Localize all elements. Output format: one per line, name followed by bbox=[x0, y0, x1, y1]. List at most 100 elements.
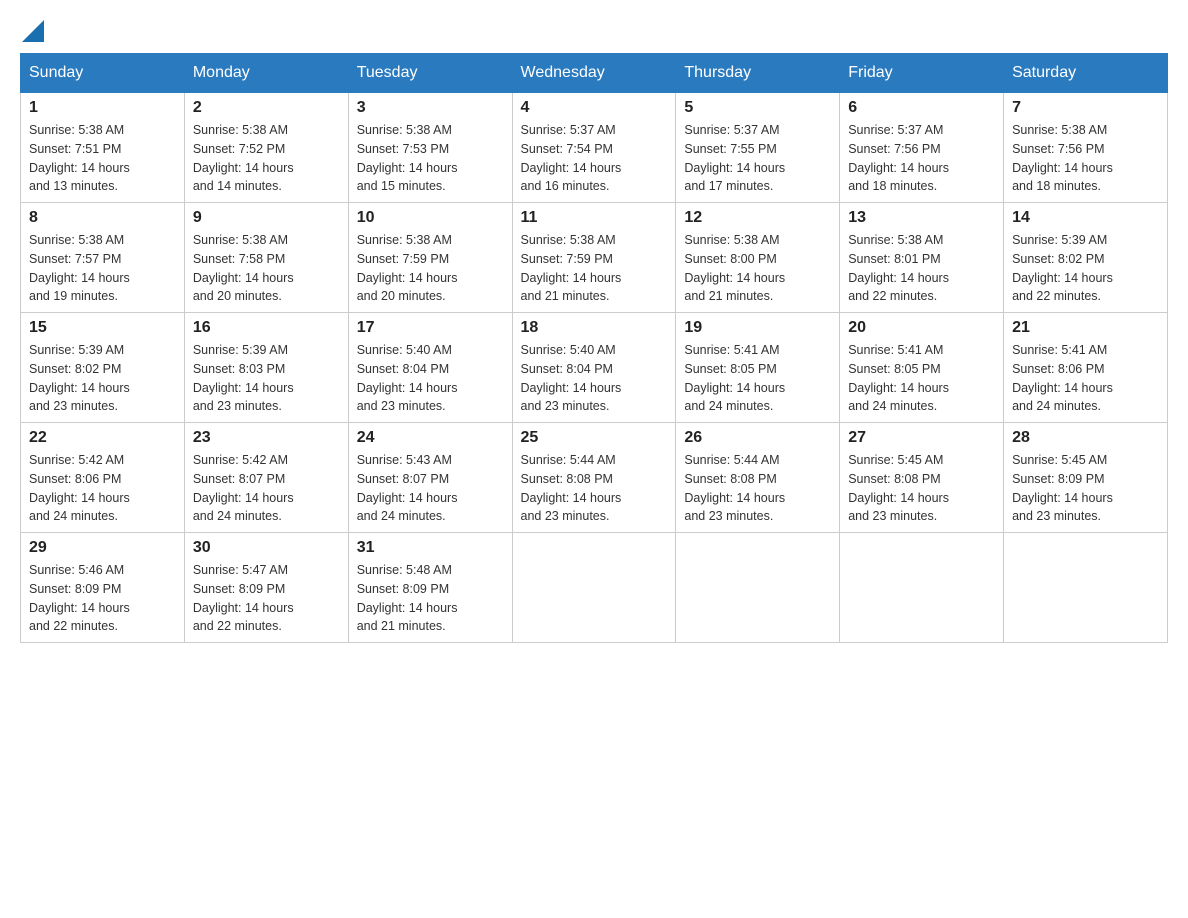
calendar-cell: 22 Sunrise: 5:42 AMSunset: 8:06 PMDayligh… bbox=[21, 423, 185, 533]
day-number: 8 bbox=[29, 209, 176, 227]
day-number: 3 bbox=[357, 99, 504, 117]
day-info: Sunrise: 5:39 AMSunset: 8:02 PMDaylight:… bbox=[29, 341, 176, 416]
calendar-cell: 9 Sunrise: 5:38 AMSunset: 7:58 PMDaylight… bbox=[184, 203, 348, 313]
day-info: Sunrise: 5:38 AMSunset: 7:59 PMDaylight:… bbox=[357, 231, 504, 306]
calendar-table: SundayMondayTuesdayWednesdayThursdayFrid… bbox=[20, 53, 1168, 643]
day-info: Sunrise: 5:37 AMSunset: 7:54 PMDaylight:… bbox=[521, 121, 668, 196]
calendar-cell: 15 Sunrise: 5:39 AMSunset: 8:02 PMDayligh… bbox=[21, 313, 185, 423]
day-number: 20 bbox=[848, 319, 995, 337]
calendar-cell: 18 Sunrise: 5:40 AMSunset: 8:04 PMDayligh… bbox=[512, 313, 676, 423]
calendar-cell: 26 Sunrise: 5:44 AMSunset: 8:08 PMDayligh… bbox=[676, 423, 840, 533]
calendar-cell: 16 Sunrise: 5:39 AMSunset: 8:03 PMDayligh… bbox=[184, 313, 348, 423]
day-info: Sunrise: 5:38 AMSunset: 7:58 PMDaylight:… bbox=[193, 231, 340, 306]
calendar-cell: 11 Sunrise: 5:38 AMSunset: 7:59 PMDayligh… bbox=[512, 203, 676, 313]
calendar-cell: 12 Sunrise: 5:38 AMSunset: 8:00 PMDayligh… bbox=[676, 203, 840, 313]
day-number: 18 bbox=[521, 319, 668, 337]
calendar-cell: 30 Sunrise: 5:47 AMSunset: 8:09 PMDayligh… bbox=[184, 533, 348, 643]
day-info: Sunrise: 5:38 AMSunset: 7:53 PMDaylight:… bbox=[357, 121, 504, 196]
calendar-cell bbox=[676, 533, 840, 643]
day-number: 11 bbox=[521, 209, 668, 227]
day-number: 12 bbox=[684, 209, 831, 227]
day-info: Sunrise: 5:38 AMSunset: 7:59 PMDaylight:… bbox=[521, 231, 668, 306]
day-number: 1 bbox=[29, 99, 176, 117]
calendar-cell: 8 Sunrise: 5:38 AMSunset: 7:57 PMDaylight… bbox=[21, 203, 185, 313]
day-info: Sunrise: 5:38 AMSunset: 8:01 PMDaylight:… bbox=[848, 231, 995, 306]
day-number: 4 bbox=[521, 99, 668, 117]
calendar-cell: 19 Sunrise: 5:41 AMSunset: 8:05 PMDayligh… bbox=[676, 313, 840, 423]
day-info: Sunrise: 5:41 AMSunset: 8:05 PMDaylight:… bbox=[684, 341, 831, 416]
day-number: 29 bbox=[29, 539, 176, 557]
weekday-header-friday: Friday bbox=[840, 54, 1004, 93]
calendar-cell bbox=[512, 533, 676, 643]
calendar-cell: 2 Sunrise: 5:38 AMSunset: 7:52 PMDaylight… bbox=[184, 93, 348, 203]
day-info: Sunrise: 5:39 AMSunset: 8:03 PMDaylight:… bbox=[193, 341, 340, 416]
day-number: 9 bbox=[193, 209, 340, 227]
page-header bbox=[20, 20, 1168, 43]
day-info: Sunrise: 5:38 AMSunset: 7:57 PMDaylight:… bbox=[29, 231, 176, 306]
weekday-header-saturday: Saturday bbox=[1004, 54, 1168, 93]
logo bbox=[20, 20, 44, 43]
day-info: Sunrise: 5:44 AMSunset: 8:08 PMDaylight:… bbox=[521, 451, 668, 526]
calendar-cell bbox=[1004, 533, 1168, 643]
day-number: 22 bbox=[29, 429, 176, 447]
day-info: Sunrise: 5:48 AMSunset: 8:09 PMDaylight:… bbox=[357, 561, 504, 636]
day-number: 21 bbox=[1012, 319, 1159, 337]
day-info: Sunrise: 5:38 AMSunset: 8:00 PMDaylight:… bbox=[684, 231, 831, 306]
day-number: 19 bbox=[684, 319, 831, 337]
day-number: 26 bbox=[684, 429, 831, 447]
day-info: Sunrise: 5:41 AMSunset: 8:06 PMDaylight:… bbox=[1012, 341, 1159, 416]
day-info: Sunrise: 5:38 AMSunset: 7:52 PMDaylight:… bbox=[193, 121, 340, 196]
day-number: 25 bbox=[521, 429, 668, 447]
calendar-cell: 24 Sunrise: 5:43 AMSunset: 8:07 PMDayligh… bbox=[348, 423, 512, 533]
day-info: Sunrise: 5:47 AMSunset: 8:09 PMDaylight:… bbox=[193, 561, 340, 636]
weekday-header-monday: Monday bbox=[184, 54, 348, 93]
day-number: 7 bbox=[1012, 99, 1159, 117]
day-number: 17 bbox=[357, 319, 504, 337]
day-info: Sunrise: 5:39 AMSunset: 8:02 PMDaylight:… bbox=[1012, 231, 1159, 306]
day-info: Sunrise: 5:44 AMSunset: 8:08 PMDaylight:… bbox=[684, 451, 831, 526]
day-info: Sunrise: 5:46 AMSunset: 8:09 PMDaylight:… bbox=[29, 561, 176, 636]
day-number: 15 bbox=[29, 319, 176, 337]
weekday-header-row: SundayMondayTuesdayWednesdayThursdayFrid… bbox=[21, 54, 1168, 93]
calendar-cell: 29 Sunrise: 5:46 AMSunset: 8:09 PMDayligh… bbox=[21, 533, 185, 643]
day-info: Sunrise: 5:40 AMSunset: 8:04 PMDaylight:… bbox=[521, 341, 668, 416]
day-number: 14 bbox=[1012, 209, 1159, 227]
calendar-cell: 10 Sunrise: 5:38 AMSunset: 7:59 PMDayligh… bbox=[348, 203, 512, 313]
calendar-cell: 21 Sunrise: 5:41 AMSunset: 8:06 PMDayligh… bbox=[1004, 313, 1168, 423]
day-info: Sunrise: 5:43 AMSunset: 8:07 PMDaylight:… bbox=[357, 451, 504, 526]
day-number: 31 bbox=[357, 539, 504, 557]
day-number: 24 bbox=[357, 429, 504, 447]
calendar-cell: 27Sunrise: 5:45 AMSunset: 8:08 PMDayligh… bbox=[840, 423, 1004, 533]
day-number: 10 bbox=[357, 209, 504, 227]
week-row-1: 1Sunrise: 5:38 AMSunset: 7:51 PMDaylight… bbox=[21, 93, 1168, 203]
day-number: 23 bbox=[193, 429, 340, 447]
day-info: Sunrise: 5:40 AMSunset: 8:04 PMDaylight:… bbox=[357, 341, 504, 416]
weekday-header-tuesday: Tuesday bbox=[348, 54, 512, 93]
week-row-3: 15 Sunrise: 5:39 AMSunset: 8:02 PMDayligh… bbox=[21, 313, 1168, 423]
day-number: 2 bbox=[193, 99, 340, 117]
calendar-cell: 31 Sunrise: 5:48 AMSunset: 8:09 PMDayligh… bbox=[348, 533, 512, 643]
calendar-cell: 6Sunrise: 5:37 AMSunset: 7:56 PMDaylight… bbox=[840, 93, 1004, 203]
calendar-cell: 3 Sunrise: 5:38 AMSunset: 7:53 PMDaylight… bbox=[348, 93, 512, 203]
day-number: 6 bbox=[848, 99, 995, 117]
logo-triangle-icon bbox=[22, 20, 44, 42]
day-number: 16 bbox=[193, 319, 340, 337]
weekday-header-wednesday: Wednesday bbox=[512, 54, 676, 93]
day-number: 5 bbox=[684, 99, 831, 117]
day-number: 30 bbox=[193, 539, 340, 557]
day-number: 13 bbox=[848, 209, 995, 227]
day-info: Sunrise: 5:45 AMSunset: 8:08 PMDaylight:… bbox=[848, 451, 995, 526]
day-info: Sunrise: 5:42 AMSunset: 8:06 PMDaylight:… bbox=[29, 451, 176, 526]
day-info: Sunrise: 5:38 AMSunset: 7:56 PMDaylight:… bbox=[1012, 121, 1159, 196]
day-info: Sunrise: 5:42 AMSunset: 8:07 PMDaylight:… bbox=[193, 451, 340, 526]
calendar-cell: 17 Sunrise: 5:40 AMSunset: 8:04 PMDayligh… bbox=[348, 313, 512, 423]
weekday-header-thursday: Thursday bbox=[676, 54, 840, 93]
weekday-header-sunday: Sunday bbox=[21, 54, 185, 93]
calendar-cell: 1Sunrise: 5:38 AMSunset: 7:51 PMDaylight… bbox=[21, 93, 185, 203]
day-info: Sunrise: 5:45 AMSunset: 8:09 PMDaylight:… bbox=[1012, 451, 1159, 526]
calendar-cell: 28Sunrise: 5:45 AMSunset: 8:09 PMDayligh… bbox=[1004, 423, 1168, 533]
calendar-cell bbox=[840, 533, 1004, 643]
week-row-2: 8 Sunrise: 5:38 AMSunset: 7:57 PMDaylight… bbox=[21, 203, 1168, 313]
day-info: Sunrise: 5:37 AMSunset: 7:55 PMDaylight:… bbox=[684, 121, 831, 196]
calendar-cell: 14 Sunrise: 5:39 AMSunset: 8:02 PMDayligh… bbox=[1004, 203, 1168, 313]
